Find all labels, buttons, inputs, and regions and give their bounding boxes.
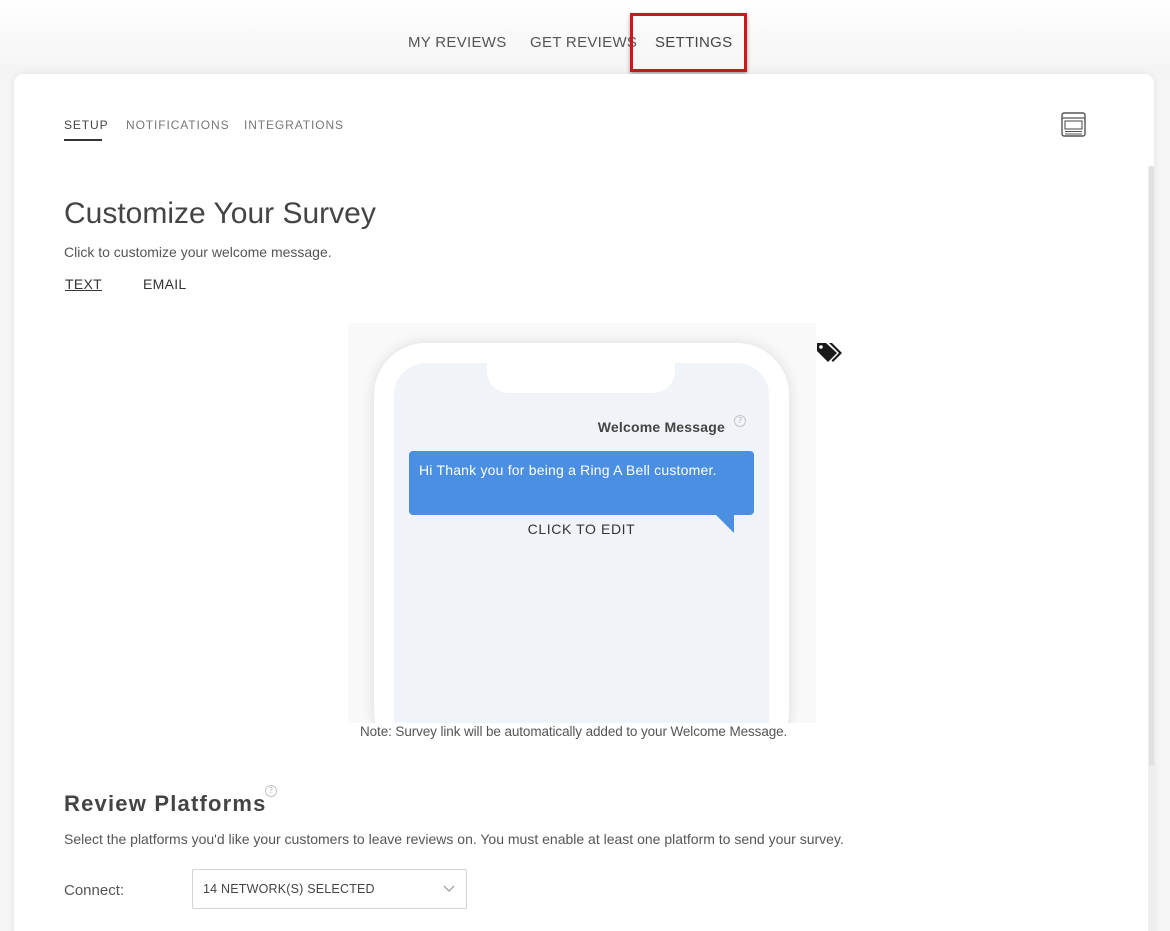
phone-notch bbox=[487, 363, 675, 393]
review-platforms-title: Review Platforms bbox=[64, 791, 267, 816]
top-nav: MY REVIEWS GET REVIEWS SETTINGS bbox=[0, 0, 1170, 74]
nav-get-reviews[interactable]: GET REVIEWS bbox=[530, 34, 637, 51]
welcome-message-bubble[interactable]: Hi Thank you for being a Ring A Bell cus… bbox=[409, 451, 754, 515]
review-platforms-description: Select the platforms you'd like your cus… bbox=[64, 831, 844, 847]
survey-title: Customize Your Survey bbox=[64, 197, 376, 230]
welcome-message-label: Welcome Message bbox=[597, 419, 725, 435]
network-select-dropdown[interactable]: 14 NETWORK(S) SELECTED bbox=[192, 869, 467, 909]
survey-subtitle: Click to customize your welcome message. bbox=[64, 244, 332, 260]
network-select-value: 14 NETWORK(S) SELECTED bbox=[203, 882, 375, 896]
scrollbar-thumb[interactable] bbox=[1149, 166, 1154, 766]
tags-icon[interactable] bbox=[815, 340, 843, 364]
phone-preview-area: Welcome Message ? Hi Thank you for being… bbox=[348, 323, 816, 723]
chevron-down-icon bbox=[443, 885, 455, 892]
message-tab-text[interactable]: TEXT bbox=[65, 276, 102, 292]
phone-screen: Welcome Message ? Hi Thank you for being… bbox=[394, 363, 769, 723]
tab-integrations[interactable]: INTEGRATIONS bbox=[244, 118, 344, 132]
click-to-edit-link[interactable]: CLICK TO EDIT bbox=[394, 521, 769, 537]
survey-note: Note: Survey link will be automatically … bbox=[360, 724, 788, 739]
active-tab-indicator bbox=[64, 139, 102, 141]
nav-my-reviews[interactable]: MY REVIEWS bbox=[408, 34, 507, 51]
message-tab-email[interactable]: EMAIL bbox=[143, 276, 187, 292]
connect-label: Connect: bbox=[64, 882, 125, 899]
layout-preview-icon[interactable] bbox=[1061, 112, 1086, 137]
tab-setup[interactable]: SETUP bbox=[64, 118, 109, 132]
nav-settings[interactable]: SETTINGS bbox=[655, 34, 732, 51]
help-icon[interactable]: ? bbox=[734, 415, 746, 427]
phone-frame: Welcome Message ? Hi Thank you for being… bbox=[374, 343, 789, 723]
platforms-help-icon[interactable]: ? bbox=[265, 785, 277, 797]
tab-notifications[interactable]: NOTIFICATIONS bbox=[126, 118, 229, 132]
